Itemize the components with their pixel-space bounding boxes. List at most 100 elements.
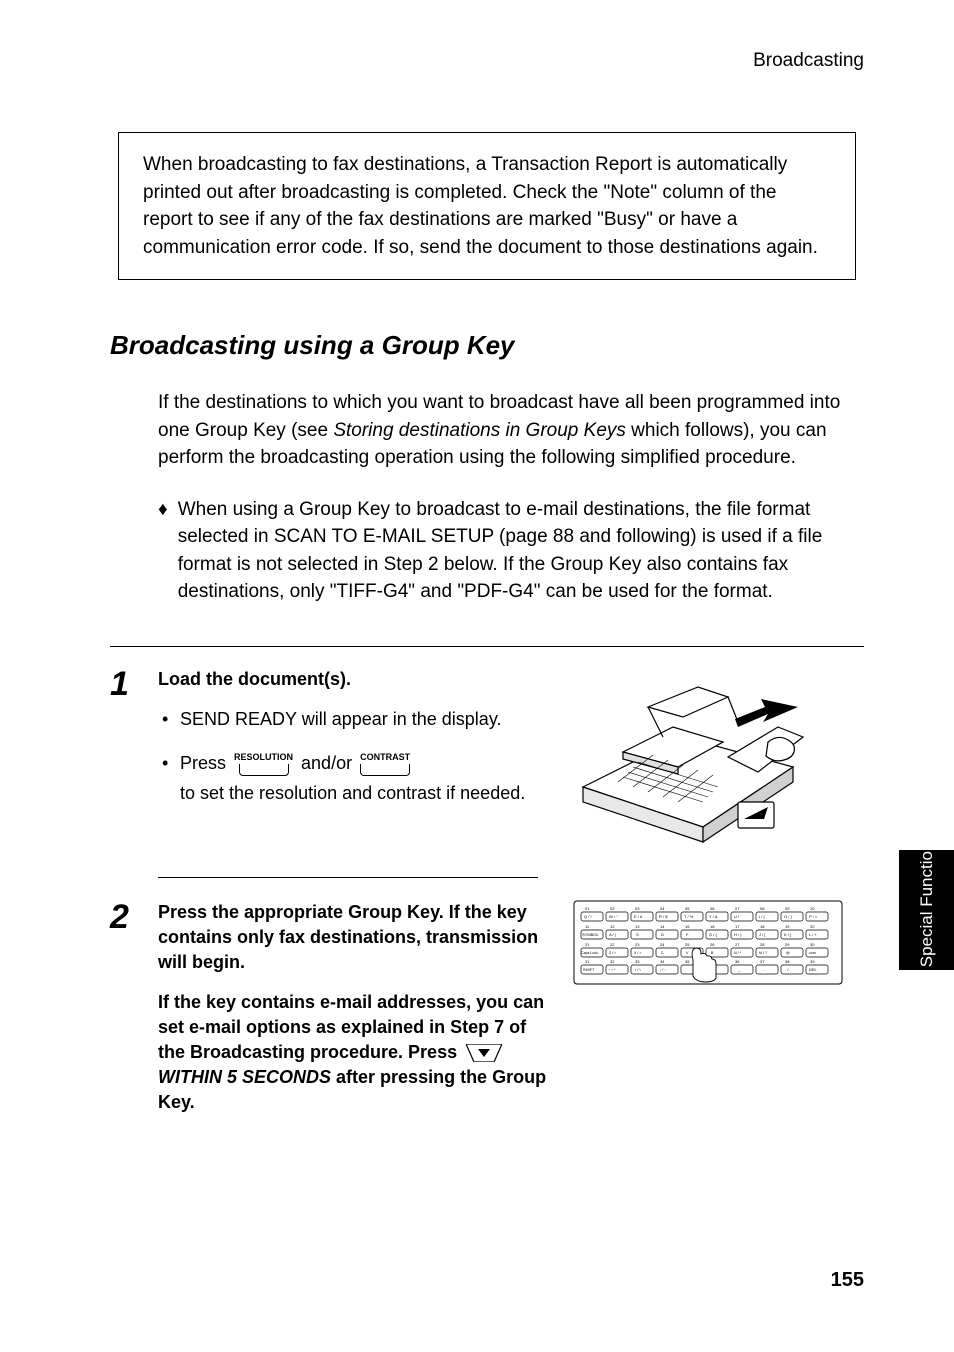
svg-text:30: 30 [810,942,815,947]
side-tab-label: 6. Special Functions [916,833,937,986]
svg-text:10: 10 [810,906,815,911]
svg-text:03: 03 [635,906,640,911]
svg-text:K / ]: K / ] [784,932,791,937]
svg-text:05: 05 [685,906,690,911]
svg-text:36: 36 [735,959,740,964]
svg-text:08: 08 [760,906,765,911]
svg-text:~ / ^: ~ / ^ [608,967,616,972]
svg-text:07: 07 [735,906,740,911]
svg-text:Caps Lock: Caps Lock [581,951,598,955]
header-section: Broadcasting [110,50,864,72]
svg-text:R / $: R / $ [659,914,668,919]
svg-text:X / >: X / > [634,951,642,955]
step-2-heading-a: Press the appropriate Group Key. If the … [158,900,548,976]
contrast-key-label: CONTRAST [360,753,410,762]
svg-text:. / ,: . / , [785,967,791,972]
svg-text:19: 19 [785,924,790,929]
svg-text:12: 12 [610,924,615,929]
chapter-side-tab: 6. Special Functions [899,850,954,970]
step-1-b2-prefix: Press [180,750,226,776]
svg-text:31: 31 [585,959,590,964]
svg-text:04: 04 [660,906,665,911]
svg-text:A / |: A / | [609,932,616,937]
svg-text:@: @ [786,951,790,955]
svg-text:02: 02 [610,906,615,911]
svg-text:06: 06 [710,906,715,911]
step-1-b2-suffix: to set the resolution and contrast if ne… [180,780,525,806]
intro-paragraph: If the destinations to which you want to… [158,389,864,472]
svg-text:H / }: H / } [734,932,742,937]
svg-text:S: S [636,932,639,937]
svg-text:01: 01 [585,906,590,911]
svg-text:/ / \: / / \ [635,967,641,972]
svg-text:29: 29 [785,942,790,947]
svg-text:N / *: N / * [734,951,742,955]
svg-text:22: 22 [610,942,615,947]
svg-text:U / ': U / ' [734,914,741,919]
step-2-heading-b: If the key contains e-mail addresses, yo… [158,990,548,1116]
svg-text:C: C [661,951,664,955]
svg-text:SYMBOL: SYMBOL [582,932,599,937]
keyboard-icon: 01 02 03 04 05 06 07 08 09 10 Q / ! W / " E / # R / … [573,900,843,985]
svg-text:34: 34 [660,959,665,964]
svg-text:Z / <: Z / < [609,951,616,955]
svg-text:SHIFT: SHIFT [583,967,595,972]
svg-text:38: 38 [785,959,790,964]
section-title: Broadcasting using a Group Key [110,330,864,361]
step-1: 1 Load the document(s). SEND READY will … [110,667,864,847]
diamond-text: When using a Group Key to broadcast to e… [178,496,864,606]
fax-machine-illustration [568,667,808,847]
svg-text:18: 18 [760,924,765,929]
svg-text:J / [: J / [ [759,932,766,937]
svg-text:23: 23 [635,942,640,947]
svg-text:21: 21 [585,942,590,947]
svg-text:D: D [661,932,664,937]
resolution-key-label: RESOLUTION [234,753,293,762]
svg-text:15: 15 [685,924,690,929]
step-1-heading: Load the document(s). [158,667,548,692]
svg-text:I / (: I / ( [759,914,765,919]
step-1-number: 1 [110,667,138,847]
svg-text:G / {: G / { [709,932,717,937]
svg-text:35: 35 [685,959,690,964]
step-2-b-ital: WITHIN 5 SECONDS [158,1067,331,1087]
svg-text:M / ?: M / ? [759,951,767,955]
svg-text:25: 25 [685,942,690,947]
svg-text:20: 20 [810,924,815,929]
step-1-bullet-2: Press RESOLUTION and/or CONTRAST to set … [180,750,548,806]
svg-text:17: 17 [735,924,740,929]
svg-text:W / ": W / " [609,914,618,919]
keyboard-illustration: 01 02 03 04 05 06 07 08 09 10 Q / ! W / " E / # R / … [568,900,848,1130]
resolution-key-icon: RESOLUTION [234,753,293,776]
svg-text:E / #: E / # [634,914,643,919]
note-box: When broadcasting to fax destinations, a… [118,132,856,280]
svg-text:39: 39 [810,959,815,964]
svg-text:DEL: DEL [809,967,818,972]
svg-text:28: 28 [760,942,765,947]
svg-text:T / %: T / % [684,914,694,919]
svg-text:Q / !: Q / ! [584,914,592,919]
diamond-bullet: ♦ When using a Group Key to broadcast to… [158,496,864,606]
step-2: 2 Press the appropriate Group Key. If th… [110,900,864,1130]
step-1-b2-mid: and/or [301,750,352,776]
svg-text:L / +: L / + [809,932,817,937]
svg-text:16: 16 [710,924,715,929]
svg-text:Y / &: Y / & [709,914,718,919]
contrast-key-icon: CONTRAST [360,753,410,776]
svg-text:27: 27 [735,942,740,947]
svg-text:32: 32 [610,959,615,964]
steps-separator [110,646,864,647]
svg-text:24: 24 [660,942,665,947]
step-1-bullet-1: SEND READY will appear in the display. [180,706,548,732]
svg-text:33: 33 [635,959,640,964]
svg-text:26: 26 [710,942,715,947]
step-2-number: 2 [110,900,138,1130]
svg-text:.com: .com [808,951,816,955]
svg-text:09: 09 [785,906,790,911]
diamond-icon: ♦ [158,496,168,606]
svg-text:O / ): O / ) [784,914,792,919]
svg-text:P / =: P / = [809,914,818,919]
intro-italic-ref: Storing destinations in Group Keys [333,420,626,441]
svg-text:37: 37 [760,959,765,964]
svg-text:14: 14 [660,924,665,929]
